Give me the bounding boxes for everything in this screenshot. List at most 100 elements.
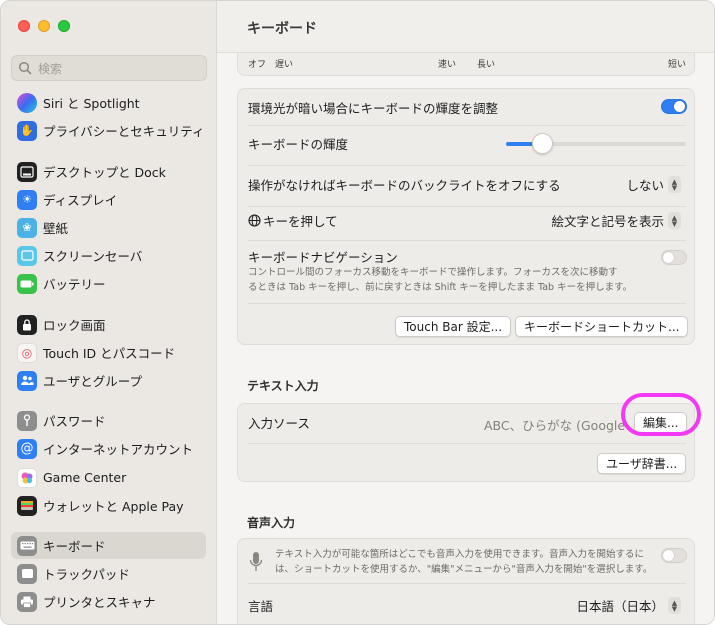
main-pane: オフ 遅い 速い 長い 短い キーボード 環境光が暗い場合にキーボードの輝度を調… — [217, 1, 714, 624]
sidebar-item-internet-accounts[interactable]: @ インターネットアカウント — [11, 435, 206, 462]
language-label: 言語 — [248, 598, 274, 614]
sidebar-item-label: プリンタとスキャナ — [43, 595, 156, 610]
dictation-card: テキスト入力が可能な箇所はどこでも音声入力を使用できます。音声入力を開始するに … — [237, 538, 695, 624]
dictation-section-title: 音声入力 — [247, 516, 296, 530]
page-title: キーボード — [247, 21, 317, 37]
sidebar-item-label: バッテリー — [43, 277, 106, 292]
input-sources-label: 入力ソース — [248, 415, 310, 431]
sidebar-item-trackpad[interactable]: トラックパッド — [11, 560, 206, 587]
sidebar-item-label: 壁紙 — [43, 221, 69, 236]
microphone-icon — [249, 552, 263, 571]
keyboard-shortcuts-button[interactable]: キーボードショートカット... — [515, 316, 689, 337]
sidebar-item-label: キーボード — [43, 539, 106, 554]
text-input-section-title: テキスト入力 — [247, 379, 319, 393]
sidebar-item-label: ロック画面 — [43, 318, 106, 333]
sidebar-item-label: インターネットアカウント — [43, 442, 194, 457]
backlight-off-label: 操作がなければキーボードのバックライトをオフにする — [248, 177, 561, 193]
key-icon — [17, 410, 37, 431]
keyboard-nav-row: キーボードナビゲーション — [238, 246, 696, 266]
lock-icon — [17, 314, 37, 335]
zoom-button[interactable] — [58, 20, 70, 32]
search-input[interactable]: 検索 — [11, 55, 207, 81]
language-value: 日本語（日本） — [576, 599, 664, 614]
brightness-slider-knob[interactable] — [532, 133, 553, 154]
slider-label-short: 短い — [668, 60, 687, 70]
sidebar-item-label: Siri と Spotlight — [43, 96, 140, 111]
sidebar-item-touch-id[interactable]: ◎ Touch ID とパスコード — [11, 339, 206, 366]
keyboard-nav-desc-line2: るときは Tab キーを押し、前に戻すときは Shift キーを押したまま Ta… — [248, 282, 633, 293]
slider-label-off: オフ — [248, 60, 267, 70]
display-icon: ☀ — [17, 189, 37, 210]
window-controls — [18, 20, 70, 32]
sidebar: 検索 Siri と Spotlight ✋ プライバシーとセキュリティ デスクト… — [1, 1, 217, 624]
sidebar-item-game-center[interactable]: Game Center — [11, 464, 206, 491]
keyboard-icon — [17, 535, 37, 556]
dictation-description: テキスト入力が可能な箇所はどこでも音声入力を使用できます。音声入力を開始するに … — [275, 547, 655, 577]
chevron-updown-icon: ▲ ▼ — [668, 212, 681, 229]
adjust-brightness-row: 環境光が暗い場合にキーボードの輝度を調整 — [238, 95, 696, 119]
globe-key-label: キーを押して — [263, 213, 338, 229]
slider-label-fast: 速い — [438, 60, 457, 70]
input-sources-value: ABC、ひらがな (Google — [484, 418, 626, 433]
brightness-label: キーボードの輝度 — [248, 136, 349, 152]
sidebar-item-label: デスクトップと Dock — [43, 165, 166, 180]
sidebar-item-users[interactable]: ユーザとグループ — [11, 367, 206, 394]
sidebar-item-label: トラックパッド — [43, 567, 130, 582]
brightness-slider[interactable] — [506, 133, 686, 154]
printer-icon — [17, 591, 37, 612]
keyboard-nav-toggle[interactable] — [661, 250, 687, 265]
wallet-icon — [17, 495, 37, 516]
slider-label-slow: 遅い — [275, 60, 294, 70]
siri-icon — [17, 92, 37, 113]
sidebar-item-wallpaper[interactable]: ❀ 壁紙 — [11, 214, 206, 241]
keyboard-nav-description: コントロール間のフォーカス移動をキーボードで操作します。フォーカスを次に移動す … — [248, 265, 658, 295]
touchbar-settings-button[interactable]: Touch Bar 設定... — [395, 316, 512, 337]
sidebar-item-display[interactable]: ☀ ディスプレイ — [11, 186, 206, 213]
sidebar-item-lock-screen[interactable]: ロック画面 — [11, 311, 206, 338]
hand-icon: ✋ — [17, 120, 37, 141]
chevron-updown-icon: ▲ ▼ — [668, 597, 681, 614]
fingerprint-icon: ◎ — [17, 342, 37, 363]
sidebar-item-label: ユーザとグループ — [43, 374, 143, 389]
sidebar-item-screensaver[interactable]: スクリーンセーバ — [11, 242, 206, 269]
users-icon — [17, 370, 37, 391]
minimize-button[interactable] — [38, 20, 50, 32]
sidebar-item-wallet[interactable]: ウォレットと Apple Pay — [11, 492, 206, 519]
highlight-annotation — [621, 393, 701, 436]
sidebar-item-keyboard[interactable]: キーボード — [11, 532, 206, 559]
sidebar-item-siri[interactable]: Siri と Spotlight — [11, 89, 206, 116]
sidebar-item-label: パスワード — [43, 414, 106, 429]
search-placeholder: 検索 — [38, 61, 63, 76]
sidebar-item-passwords[interactable]: パスワード — [11, 407, 206, 434]
sidebar-item-printers[interactable]: プリンタとスキャナ — [11, 588, 206, 615]
dock-icon — [17, 161, 37, 182]
keyboard-nav-desc-line1: コントロール間のフォーカス移動をキーボードで操作します。フォーカスを次に移動す — [248, 267, 618, 278]
chevron-updown-icon: ▲ ▼ — [668, 176, 681, 193]
screensaver-icon — [17, 245, 37, 266]
language-popup[interactable]: 日本語（日本） ▲ ▼ — [576, 596, 681, 615]
sidebar-item-desktop-dock[interactable]: デスクトップと Dock — [11, 158, 206, 185]
user-dictionary-button[interactable]: ユーザ辞書... — [597, 453, 687, 474]
dictation-toggle[interactable] — [661, 548, 687, 563]
at-icon: @ — [17, 438, 37, 459]
title-bar: キーボード — [217, 1, 714, 53]
keyboard-nav-label: キーボードナビゲーション — [248, 249, 398, 265]
slider-label-long: 長い — [477, 60, 496, 70]
dictation-desc-line1: テキスト入力が可能な箇所はどこでも音声入力を使用できます。音声入力を開始するに — [275, 549, 644, 560]
settings-window: 検索 Siri と Spotlight ✋ プライバシーとセキュリティ デスクト… — [0, 0, 715, 625]
backlight-off-popup[interactable]: しない ▲ ▼ — [626, 175, 681, 194]
sidebar-item-label: Game Center — [43, 470, 127, 485]
sidebar-item-label: ディスプレイ — [43, 193, 118, 208]
close-button[interactable] — [18, 20, 30, 32]
search-icon — [18, 61, 32, 75]
globe-key-popup[interactable]: 絵文字と記号を表示 ▲ ▼ — [551, 211, 681, 230]
adjust-brightness-toggle[interactable] — [661, 99, 687, 114]
keyboard-settings-card: 環境光が暗い場合にキーボードの輝度を調整 キーボードの輝度 操作がなければキーボ… — [237, 88, 695, 345]
wallpaper-icon: ❀ — [17, 217, 37, 238]
battery-icon — [17, 273, 37, 294]
dictation-desc-line2: は、ショートカットを使用するか、"編集"メニューから"音声入力を開始"を選択しま… — [275, 564, 653, 575]
sidebar-item-battery[interactable]: バッテリー — [11, 270, 206, 297]
sidebar-item-privacy[interactable]: ✋ プライバシーとセキュリティ — [11, 117, 206, 144]
adjust-brightness-label: 環境光が暗い場合にキーボードの輝度を調整 — [248, 100, 499, 116]
sidebar-item-label: ウォレットと Apple Pay — [43, 499, 184, 514]
